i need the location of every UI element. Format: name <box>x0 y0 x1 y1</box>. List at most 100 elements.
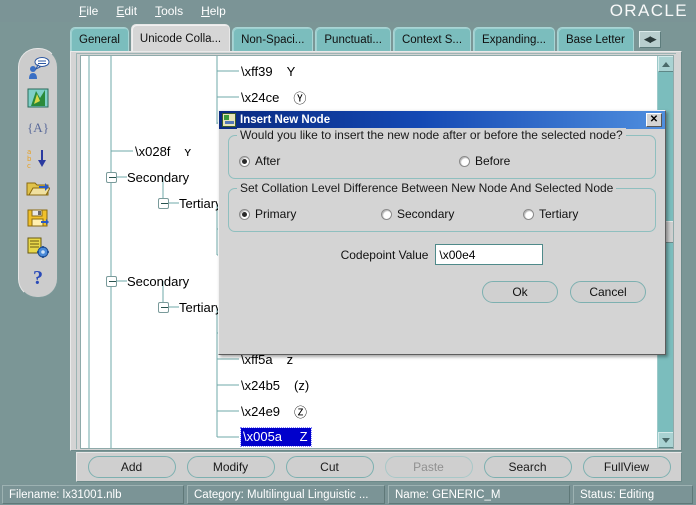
tree-expander-secondary-1[interactable] <box>106 172 117 183</box>
insert-position-radio-row: After Before <box>239 154 645 168</box>
arrow-up-icon <box>662 62 670 67</box>
fullview-button[interactable]: FullView <box>583 456 671 478</box>
tree-node-label: Secondary <box>127 170 189 185</box>
tree-row-028f[interactable]: \x028f ʏ <box>135 138 191 164</box>
dialog-button-row: Ok Cancel <box>228 281 656 303</box>
radio-secondary[interactable]: Secondary <box>381 207 523 221</box>
tree-node-secondary-1[interactable]: Secondary <box>127 164 189 190</box>
svg-text:c: c <box>27 162 31 169</box>
add-button[interactable]: Add <box>88 456 176 478</box>
dialog-title-text: Insert New Node <box>240 114 646 126</box>
tab-expanding[interactable]: Expanding... <box>473 27 555 52</box>
radio-before-label: Before <box>475 154 510 168</box>
collation-level-radio-row: Primary Secondary Tertiary <box>239 207 645 221</box>
radio-primary[interactable]: Primary <box>239 207 381 221</box>
menu-help[interactable]: Help <box>192 0 235 22</box>
tab-scroll-arrows-button[interactable]: ◀▶ <box>639 31 661 48</box>
radio-dot-icon <box>239 156 250 167</box>
search-button[interactable]: Search <box>484 456 572 478</box>
modify-button[interactable]: Modify <box>187 456 275 478</box>
tab-bar: General Unicode Colla... Non-Spaci... Pu… <box>70 24 696 52</box>
paste-button: Paste <box>385 456 473 478</box>
dialog-body: Would you like to insert the new node af… <box>219 129 665 309</box>
status-name: Name: GENERIC_M <box>388 485 570 504</box>
tree-node-tertiary-1[interactable]: Tertiary <box>179 190 222 216</box>
collation-level-legend: Set Collation Level Difference Between N… <box>237 181 616 195</box>
tab-unicode-collation[interactable]: Unicode Colla... <box>131 24 230 52</box>
radio-dot-icon <box>381 209 392 220</box>
radio-primary-label: Primary <box>255 207 296 221</box>
radio-before[interactable]: Before <box>459 154 510 168</box>
collation-level-groupbox: Set Collation Level Difference Between N… <box>228 188 656 232</box>
tree-row-glyph: Ⓩ <box>294 402 307 421</box>
menu-edit[interactable]: Edit <box>107 0 146 22</box>
tree-expander-tertiary-1[interactable] <box>158 198 169 209</box>
braces-a-icon[interactable]: {A} <box>25 115 51 141</box>
ok-button[interactable]: Ok <box>482 281 558 303</box>
status-category: Category: Multilingual Linguistic ... <box>187 485 385 504</box>
tree-row-24ce[interactable]: \x24ce Ⓨ <box>241 84 306 110</box>
tree-row-glyph: Y <box>287 64 296 79</box>
tree-row-glyph: ʏ <box>184 144 191 159</box>
radio-dot-icon <box>523 209 534 220</box>
tree-row-code: \x24b5 <box>241 378 280 393</box>
arrow-down-icon <box>662 438 670 443</box>
tree-row-glyph: (z) <box>294 378 309 393</box>
cancel-button[interactable]: Cancel <box>570 281 646 303</box>
tree-node-label: Tertiary <box>179 300 222 315</box>
insert-position-groupbox: Would you like to insert the new node af… <box>228 135 656 179</box>
insert-position-legend: Would you like to insert the new node af… <box>237 128 626 142</box>
codepoint-input[interactable]: \x00e4 <box>435 244 543 265</box>
tree-row-code: \x005a <box>243 429 282 444</box>
tab-base-letter[interactable]: Base Letter <box>557 27 634 52</box>
radio-tertiary[interactable]: Tertiary <box>523 207 578 221</box>
radio-after-label: After <box>255 154 280 168</box>
settings-doc-icon[interactable] <box>25 235 51 261</box>
close-icon[interactable]: ✕ <box>646 113 662 127</box>
radio-after[interactable]: After <box>239 154 459 168</box>
oracle-logo: ORACLE <box>610 1 696 21</box>
tree-row-005a-selected[interactable]: \x005a Z <box>241 424 311 448</box>
menu-file[interactable]: FFileile <box>70 0 107 22</box>
tree-expander-secondary-2[interactable] <box>106 276 117 287</box>
tree-expander-tertiary-2[interactable] <box>158 302 169 313</box>
codepoint-row: Codepoint Value \x00e4 <box>228 244 656 265</box>
tree-row-selection: \x005a Z <box>241 428 311 446</box>
dialog-title-bar[interactable]: Insert New Node ✕ <box>219 111 665 129</box>
tab-non-spacing[interactable]: Non-Spaci... <box>232 27 313 52</box>
action-button-row: Add Modify Cut Paste Search FullView <box>76 452 682 482</box>
save-floppy-icon[interactable] <box>25 205 51 231</box>
status-bar: Filename: lx31001.nlb Category: Multilin… <box>0 484 696 505</box>
menu-tools[interactable]: Tools <box>146 0 192 22</box>
radio-dot-icon <box>459 156 470 167</box>
tree-row-24b5[interactable]: \x24b5 (z) <box>241 372 309 398</box>
tree-node-label: Tertiary <box>179 196 222 211</box>
status-filename: Filename: lx31001.nlb <box>2 485 184 504</box>
codepoint-label: Codepoint Value <box>341 248 429 262</box>
menu-bar: FFileile Edit Tools Help ORACLE <box>0 0 696 22</box>
sort-abc-icon[interactable]: a b c <box>25 145 51 171</box>
tree-row-glyph: Ⓨ <box>293 88 306 107</box>
cut-button[interactable]: Cut <box>286 456 374 478</box>
help-question-icon[interactable]: ? <box>25 265 51 291</box>
radio-tertiary-label: Tertiary <box>539 207 578 221</box>
user-chat-icon[interactable] <box>25 55 51 81</box>
insert-new-node-dialog: Insert New Node ✕ Would you like to inse… <box>218 110 666 355</box>
tree-node-secondary-2[interactable]: Secondary <box>127 268 189 294</box>
tab-general[interactable]: General <box>70 27 129 52</box>
open-folder-icon[interactable] <box>25 175 51 201</box>
scroll-down-button[interactable] <box>658 432 674 448</box>
status-editing-state: Status: Editing <box>573 485 693 504</box>
tree-row-ff39[interactable]: \xff39 Y <box>241 58 295 84</box>
tree-row-glyph: Z <box>300 429 308 444</box>
tree-node-tertiary-2[interactable]: Tertiary <box>179 294 222 320</box>
tree-row-24e9[interactable]: \x24e9 Ⓩ <box>241 398 307 424</box>
tab-punctuation[interactable]: Punctuati... <box>315 27 391 52</box>
radio-secondary-label: Secondary <box>397 207 454 221</box>
dialog-app-icon <box>222 113 236 127</box>
map-image-icon[interactable] <box>25 85 51 111</box>
scroll-up-button[interactable] <box>658 56 674 72</box>
tab-context-sensitive[interactable]: Context S... <box>393 27 471 52</box>
left-icon-toolbar: {A} a b c <box>18 48 58 298</box>
tree-row-code: \x24ce <box>241 90 279 105</box>
